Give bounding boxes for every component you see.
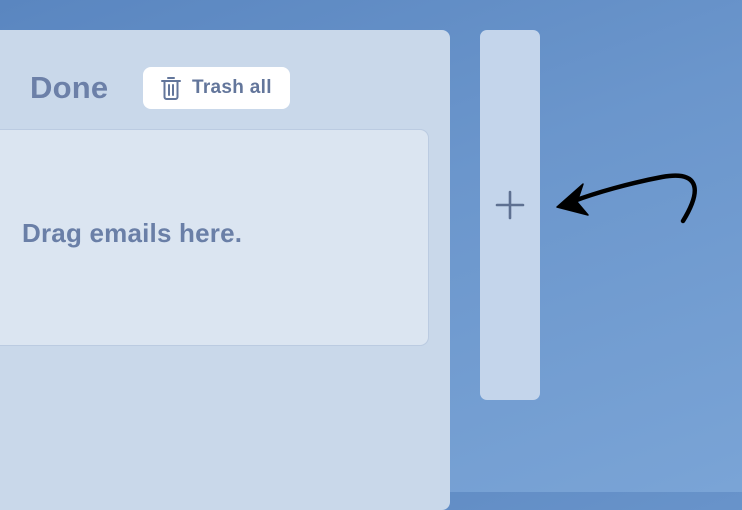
- add-column-button[interactable]: [480, 30, 540, 400]
- done-column: Done Trash all Drag emails here.: [0, 30, 450, 510]
- drop-zone-placeholder: Drag emails here.: [22, 218, 243, 248]
- trash-icon: [159, 75, 183, 101]
- email-drop-zone[interactable]: Drag emails here.: [0, 130, 428, 345]
- column-header: Done: [30, 67, 108, 109]
- curved-arrow-icon: [556, 173, 697, 224]
- trash-all-label: Trash all: [192, 77, 272, 98]
- column-title: Done: [30, 70, 109, 105]
- trash-all-button[interactable]: Trash all: [143, 67, 290, 109]
- plus-icon: [494, 189, 526, 221]
